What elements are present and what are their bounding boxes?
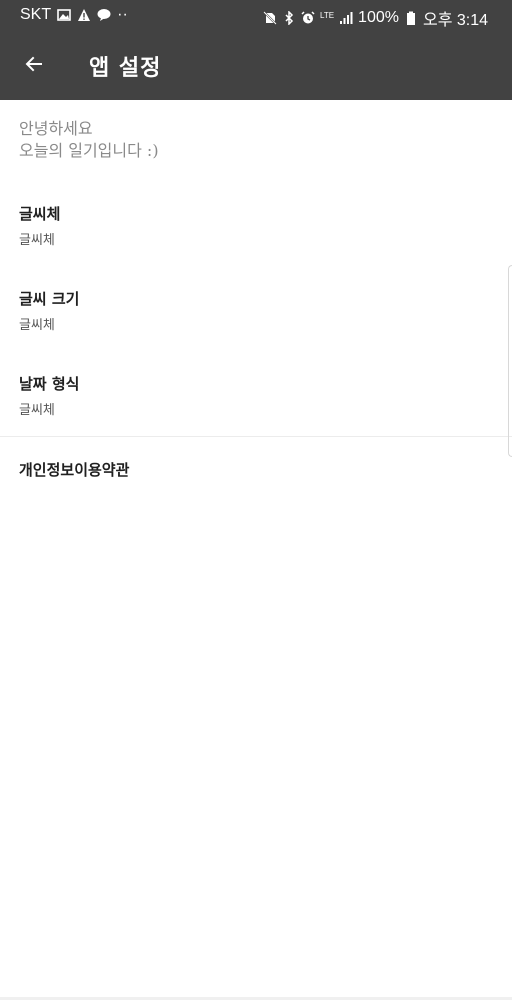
back-arrow-icon: [25, 55, 43, 77]
setting-title: 날짜 형식: [19, 375, 80, 393]
app-settings-screen: SKT ·· LTE 100% 오후 3:14 앱 설정 안녕하세요 오늘의 일…: [0, 0, 512, 1000]
back-button[interactable]: [18, 52, 50, 80]
status-right: LTE 100% 오후 3:14: [263, 6, 488, 30]
image-icon: [57, 8, 71, 22]
status-left: SKT ··: [20, 6, 128, 24]
intro-text: 안녕하세요 오늘의 일기입니다 :): [19, 118, 159, 162]
network-type-label: LTE: [319, 11, 335, 20]
battery-percent: 100%: [358, 9, 399, 26]
carrier-label: SKT: [20, 6, 52, 23]
no-sim-icon: [263, 11, 277, 25]
intro-line-2: 오늘의 일기입니다 :): [19, 141, 159, 160]
bluetooth-icon: [282, 11, 296, 25]
setting-font-size[interactable]: 글씨 크기 글씨체: [0, 288, 512, 348]
clock: 오후 3:14: [422, 12, 488, 29]
battery-icon: [404, 11, 418, 25]
more-notifications: ··: [117, 6, 128, 23]
app-bar: 앱 설정: [0, 32, 512, 100]
setting-date-format[interactable]: 날짜 형식 글씨체: [0, 373, 512, 433]
setting-title: 글씨체: [19, 205, 61, 223]
page-title: 앱 설정: [89, 56, 162, 81]
signal-icon: [339, 11, 353, 25]
edge-panel-handle[interactable]: [508, 265, 512, 457]
alarm-icon: [301, 11, 315, 25]
intro-line-1: 안녕하세요: [19, 119, 93, 138]
setting-summary: 글씨체: [19, 403, 55, 418]
status-bar: SKT ·· LTE 100% 오후 3:14: [0, 0, 512, 32]
setting-summary: 글씨체: [19, 233, 55, 248]
setting-title: 글씨 크기: [19, 290, 80, 308]
setting-font[interactable]: 글씨체 글씨체: [0, 203, 512, 263]
section-divider: [0, 436, 512, 437]
setting-summary: 글씨체: [19, 318, 55, 333]
warning-icon: [77, 8, 91, 22]
talk-icon: [97, 8, 111, 22]
privacy-policy-item[interactable]: 개인정보이용약관: [19, 459, 129, 480]
